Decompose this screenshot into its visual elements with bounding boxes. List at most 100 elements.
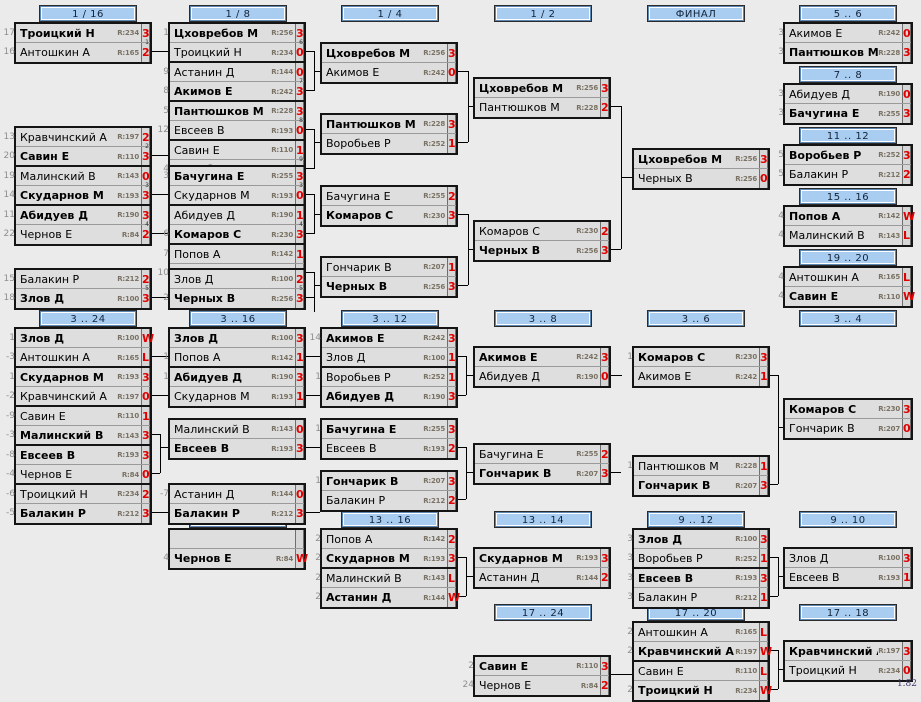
match-box[interactable]: 11 Абидуев Д R:190 3 22 Чернов Е R:84 2 4 xyxy=(4,204,152,246)
match-box[interactable]: 17 Троицкий Н R:234 3 16 Антошкин А R:165 2 1 xyxy=(4,22,152,64)
match-box[interactable]: -7 Астанин Д R:144 0 Балакин Р R:212 3 xyxy=(160,483,306,525)
match-box[interactable]: 4 Антошкин А R:165 L 4 Савин Е R:110 W xyxy=(778,266,915,308)
player-row[interactable]: Цховребов М R:256 3 xyxy=(634,150,768,169)
player-row[interactable]: Комаров С R:230 3 xyxy=(322,206,456,225)
player-row[interactable]: -7 Астанин Д R:144 0 xyxy=(160,485,304,504)
player-row[interactable]: Гончарик В R:207 1 xyxy=(322,258,456,277)
player-row[interactable]: -6 Троицкий Н R:234 2 xyxy=(6,485,150,504)
match-box[interactable]: Цховребов М R:256 3 Акимов Е R:242 0 xyxy=(320,42,458,84)
match-box[interactable]: Злов Д R:100 2 2 Черных В R:256 3 5 xyxy=(163,268,306,310)
player-row[interactable]: Акимов Е R:242 0 xyxy=(322,63,456,82)
player-row[interactable]: Скударнов М R:193 3 xyxy=(475,549,609,568)
player-row[interactable]: 3 Бачугина Е R:255 3 xyxy=(163,167,304,186)
player-row[interactable]: 18 Злов Д R:100 3 xyxy=(4,289,150,308)
player-row[interactable]: 1 Цховребов М R:256 3 xyxy=(163,24,304,43)
player-row[interactable]: Черных В R:256 3 xyxy=(322,277,456,296)
match-box[interactable]: 1 Гончарик В R:207 3 Балакин Р R:212 2 xyxy=(315,470,458,512)
player-row[interactable]: Абидуев Д R:190 0 xyxy=(475,367,609,386)
player-row[interactable]: 1 Воробьев Р R:252 1 xyxy=(315,368,456,387)
player-row[interactable]: Злов Д R:100 3 xyxy=(170,329,304,348)
match-box[interactable]: 3 Бачугина Е R:255 3 Скударнов М R:193 0 3 xyxy=(163,165,306,207)
player-row[interactable]: 3 Балакин Р R:212 1 xyxy=(627,588,768,607)
match-box[interactable]: 1 Воробьев Р R:252 1 Абидуев Д R:190 3 xyxy=(315,366,458,408)
player-row[interactable]: Абидуев Д R:190 1 xyxy=(170,206,304,225)
player-row[interactable]: 3 Абидуев Д R:190 0 xyxy=(778,85,911,104)
player-row[interactable]: -8 Евсеев В R:193 3 xyxy=(6,446,150,465)
player-row[interactable]: Злов Д R:100 3 xyxy=(785,549,911,568)
player-row[interactable]: -5 Балакин Р R:212 3 xyxy=(6,504,150,523)
player-row[interactable]: 2 Кравчинский А R:197 W xyxy=(627,642,772,661)
player-row[interactable]: 3 Злов Д R:100 3 xyxy=(627,530,768,549)
match-box[interactable]: Савин Е R:110 L 2 Троицкий Н R:234 W xyxy=(627,660,772,702)
player-row[interactable]: 3 Пантюшков М R:228 3 xyxy=(778,43,911,62)
match-box[interactable]: Кравчинский А R:197 3 Троицкий Н R:234 0 xyxy=(783,640,913,682)
player-row[interactable]: Бачугина Е R:255 2 xyxy=(475,445,609,464)
match-box[interactable]: Пантюшков М R:228 3 Воробьев Р R:252 1 xyxy=(320,113,458,155)
match-box[interactable]: 4 Чернов Е R:84 W xyxy=(163,528,308,570)
player-row[interactable]: 5 Воробьев Р R:252 3 xyxy=(778,146,911,165)
player-row[interactable]: 19 Малинский В R:143 0 xyxy=(4,167,150,186)
match-box[interactable]: 5 Пантюшков М R:228 3 12 Евсеев В R:193 0 8 xyxy=(158,100,306,142)
player-row[interactable]: 20 Савин Е R:110 3 xyxy=(4,147,150,166)
match-box[interactable]: 14 Акимов Е R:242 3 Злов Д R:100 1 xyxy=(310,327,458,369)
player-row[interactable]: 2 Попов А R:142 2 xyxy=(315,530,456,549)
player-row[interactable]: Пантюшков М R:228 2 xyxy=(475,98,609,117)
match-box[interactable]: 19 Малинский В R:143 0 14 Скударнов М R:193 3 3 xyxy=(4,165,152,207)
match-box[interactable]: 1 Абидуев Д R:190 3 Скударнов М R:193 1 xyxy=(163,366,306,408)
match-box[interactable]: Гончарик В R:207 1 Черных В R:256 3 xyxy=(320,256,458,298)
match-box[interactable]: 1 Комаров С R:230 3 Акимов Е R:242 1 xyxy=(627,346,770,388)
match-box[interactable]: 3 Акимов Е R:242 0 3 Пантюшков М R:228 3 xyxy=(778,22,913,64)
player-row[interactable]: Евсеев В R:193 2 xyxy=(322,439,456,458)
player-row[interactable]: 2 Антошкин А R:165 L xyxy=(627,623,768,642)
match-box[interactable]: 1 Злов Д R:100 W -3 Антошкин А R:165 L xyxy=(6,327,154,369)
player-row[interactable]: 1 Злов Д R:100 W xyxy=(9,329,154,348)
match-box[interactable]: Злов Д R:100 3 Евсеев В R:193 1 xyxy=(783,547,913,589)
player-row[interactable]: Скударнов М R:193 0 xyxy=(170,186,304,205)
match-box[interactable]: 5 Воробьев Р R:252 3 5 Балакин Р R:212 2 xyxy=(778,144,913,186)
player-row[interactable]: 1 Абидуев Д R:190 3 xyxy=(163,368,304,387)
player-row[interactable]: 1 Скударнов М R:193 3 xyxy=(9,368,150,387)
match-box[interactable]: 9 Астанин Д R:144 0 8 Акимов Е R:242 3 7 xyxy=(163,61,306,103)
player-row[interactable]: 16 Антошкин А R:165 2 xyxy=(4,43,150,62)
player-row[interactable]: 11 Абидуев Д R:190 3 xyxy=(4,206,150,225)
player-row[interactable]: 6 Комаров С R:230 3 xyxy=(163,225,304,244)
player-row[interactable]: 4 Чернов Е R:84 W xyxy=(163,549,308,568)
player-row[interactable]: Цховребов М R:256 3 xyxy=(475,79,609,98)
player-row[interactable]: Троицкий Н R:234 0 xyxy=(785,661,911,680)
match-box[interactable]: Цховребов М R:256 3 Черных В R:256 0 xyxy=(632,148,770,190)
match-box[interactable]: 4 Попов А R:142 W 4 Малинский В R:143 L xyxy=(778,205,915,247)
player-row[interactable]: 2 Астанин Д R:144 W xyxy=(315,588,460,607)
player-row[interactable]: 14 Акимов Е R:242 3 xyxy=(310,329,456,348)
player-row[interactable]: 1 Гончарик В R:207 3 xyxy=(315,472,456,491)
match-box[interactable]: Акимов Е R:242 3 Абидуев Д R:190 0 xyxy=(473,346,611,388)
player-row[interactable]: 5 Балакин Р R:212 2 xyxy=(778,165,911,184)
match-box[interactable]: Злов Д R:100 3 1 Попов А R:142 1 xyxy=(163,327,306,369)
match-box[interactable]: 1 Цховребов М R:256 3 Троицкий Н R:234 0 6 xyxy=(163,22,306,64)
player-row[interactable]: -3 Антошкин А R:165 L xyxy=(6,348,150,367)
match-box[interactable]: 2 Малинский В R:143 L 2 Астанин Д R:144 W xyxy=(315,567,460,609)
player-row[interactable]: Астанин Д R:144 2 xyxy=(475,568,609,587)
player-row[interactable]: 14 Скударнов М R:193 3 xyxy=(4,186,150,205)
player-row[interactable]: Балакин Р R:212 2 xyxy=(322,491,456,510)
player-row[interactable]: Комаров С R:230 2 xyxy=(475,222,609,241)
match-box[interactable]: 2 Антошкин А R:165 L 2 Кравчинский А R:197 W xyxy=(627,621,772,663)
player-row[interactable]: 2 Малинский В R:143 L xyxy=(315,569,456,588)
match-box[interactable]: 15 Балакин Р R:212 2 18 Злов Д R:100 3 5 xyxy=(4,268,152,310)
player-row[interactable]: 1 Попов А R:142 1 xyxy=(163,348,304,367)
player-row[interactable]: 4 Малинский В R:143 L xyxy=(778,226,911,245)
player-row[interactable] xyxy=(170,530,304,549)
player-row[interactable]: 3 Акимов Е R:242 0 xyxy=(778,24,911,43)
player-row[interactable]: -3 Малинский В R:143 3 xyxy=(6,426,150,445)
match-box[interactable]: Комаров С R:230 3 Гончарик В R:207 0 xyxy=(783,398,913,440)
player-row[interactable]: Акимов Е R:242 3 xyxy=(475,348,609,367)
player-row[interactable]: 1 Пантюшков М R:228 1 xyxy=(627,457,768,476)
player-row[interactable]: 3 Воробьев Р R:252 1 xyxy=(627,549,768,568)
match-box[interactable]: -9 Савин Е R:110 1 -3 Малинский В R:143 3 xyxy=(6,405,152,447)
player-row[interactable]: Абидуев Д R:190 3 xyxy=(322,387,456,406)
match-box[interactable]: Малинский В R:143 0 Евсеев В R:193 3 xyxy=(168,418,306,460)
match-box[interactable]: 1 Бачугина Е R:255 3 Евсеев В R:193 2 xyxy=(315,418,458,460)
player-row[interactable]: Евсеев В R:193 3 xyxy=(170,439,304,458)
player-row[interactable]: 12 Евсеев В R:193 0 xyxy=(158,121,304,140)
match-box[interactable]: 13 Кравчинский А R:197 2 20 Савин Е R:110 3 2 xyxy=(4,126,152,168)
match-box[interactable]: 3 Абидуев Д R:190 0 3 Бачугина Е R:255 3 xyxy=(778,83,913,125)
